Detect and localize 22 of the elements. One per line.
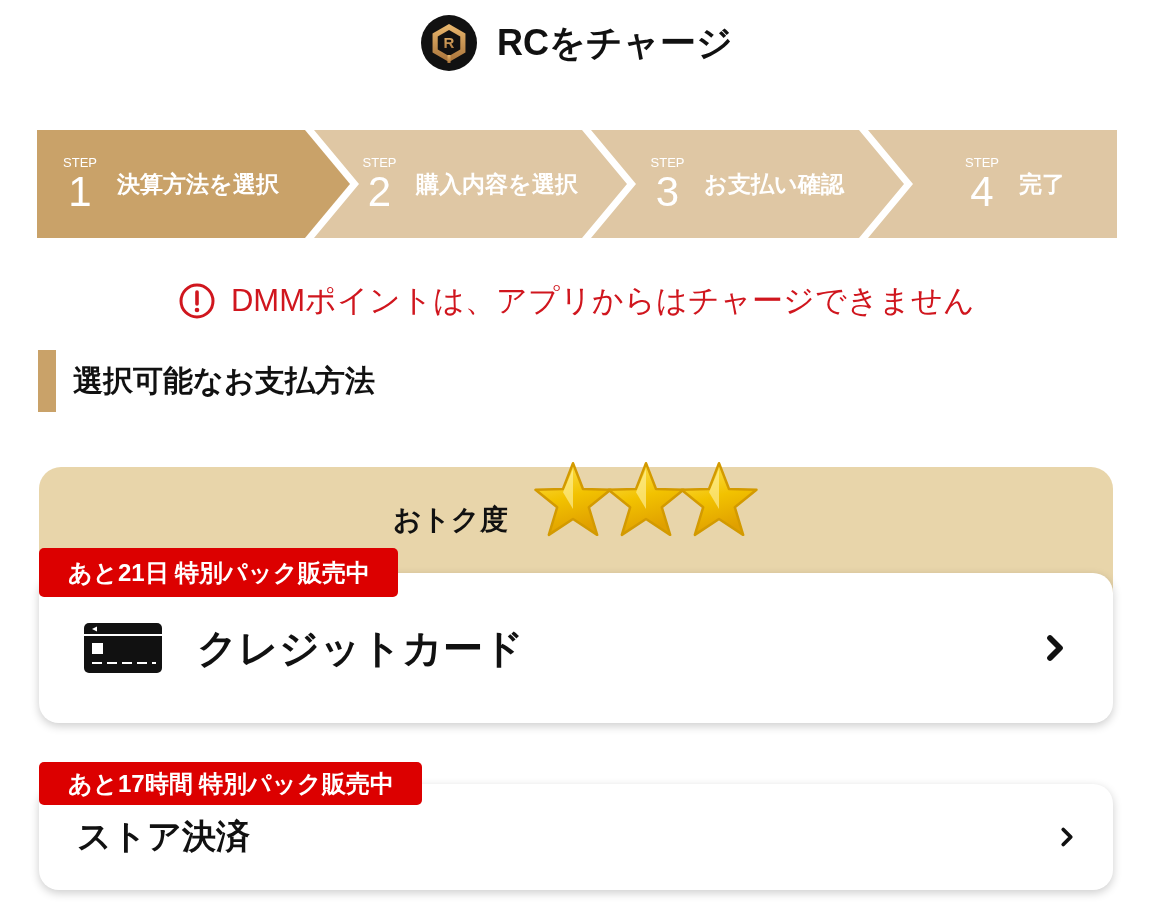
alert-icon — [178, 283, 215, 319]
rating-label: おトク度 — [393, 503, 508, 537]
logo-icon: R — [421, 15, 477, 71]
step-number: 1 — [68, 171, 92, 213]
star-icon — [679, 459, 759, 539]
step-caption: STEP — [965, 155, 999, 171]
step-caption: STEP — [650, 155, 685, 171]
section-heading: 選択可能なお支払方法 — [38, 350, 1117, 412]
step-label: お支払い確認 — [704, 170, 845, 199]
step-number: 4 — [970, 171, 994, 213]
step-label: 決算方法を選択 — [117, 170, 279, 199]
notice-text: DMMポイントは、アプリからはチャージできません — [230, 282, 975, 320]
sale-badge: あと21日 特別パック販売中 — [39, 548, 399, 597]
step-number: 2 — [367, 171, 392, 213]
credit-card-icon — [84, 623, 162, 673]
page-title: RCをチャージ — [497, 21, 733, 65]
step-caption: STEP — [63, 155, 97, 171]
step-label: 購入内容を選択 — [416, 170, 579, 199]
step-label: 完了 — [1019, 170, 1065, 199]
step-number: 3 — [655, 171, 680, 213]
sale-badge: あと17時間 特別パック販売中 — [39, 762, 423, 805]
step-caption: STEP — [362, 155, 397, 171]
